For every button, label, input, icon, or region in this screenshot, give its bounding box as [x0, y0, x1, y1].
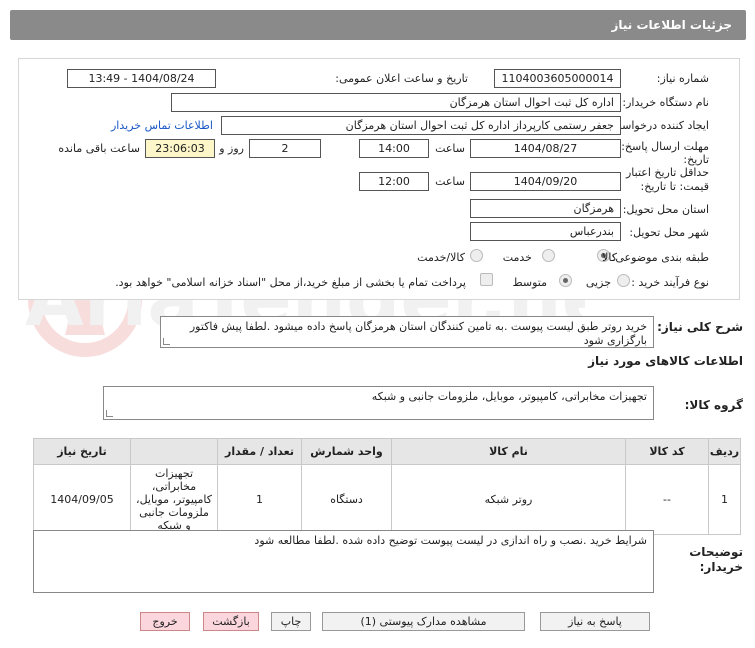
reply-button[interactable]: پاسخ به نیاز	[540, 612, 650, 631]
process-radio-medium[interactable]	[559, 274, 572, 287]
buyer-org-label: نام دستگاه خریدار:	[622, 96, 709, 109]
col-header-category	[130, 438, 218, 465]
cell-code: --	[625, 464, 709, 535]
page-title: جزئیات اطلاعات نیاز	[611, 18, 732, 32]
buyer-org-field: اداره کل ثبت احوال استان هرمزگان	[171, 93, 621, 112]
print-button[interactable]: چاپ	[271, 612, 311, 631]
cell-row-no: 1	[708, 464, 741, 535]
validity-date-field: 1404/09/20	[470, 172, 621, 191]
col-header-code: کد کالا	[625, 438, 709, 465]
view-attachments-button[interactable]: مشاهده مدارک پیوستی (1)	[322, 612, 525, 631]
process-radio-minor[interactable]	[617, 274, 630, 287]
city-field: بندرعباس	[470, 222, 621, 241]
deadline-date-field: 1404/08/27	[470, 139, 621, 158]
validity-time-label: ساعت	[435, 175, 465, 188]
deadline-label-2: تاریخ:	[683, 153, 709, 166]
days-label: روز و	[219, 142, 244, 155]
validity-label-1: حداقل تاریخ اعتبار	[625, 166, 709, 179]
cell-need-date: 1404/09/05	[33, 464, 131, 535]
creator-label: ایجاد کننده درخواست:	[607, 119, 709, 132]
need-number-label: شماره نیاز:	[656, 72, 709, 85]
creator-field: جعفر رستمی کارپرداز اداره کل ثبت احوال ا…	[221, 116, 621, 135]
goods-group-text: تجهیزات مخابراتی، کامپیوتر، موبایل، ملزو…	[371, 390, 647, 403]
treasury-note: پرداخت تمام یا بخشی از مبلغ خرید،از محل …	[115, 276, 466, 289]
summary-text: خرید روتر طبق لیست پیوست .به تامین کنندگ…	[189, 320, 647, 347]
buyer-notes-field: شرایط خرید .نصب و راه اندازی در لیست پیو…	[33, 530, 654, 593]
back-button[interactable]: بازگشت	[203, 612, 259, 631]
category-option-goods: کالا	[602, 251, 617, 264]
exit-button[interactable]: خروج	[140, 612, 190, 631]
buyer-contact-link[interactable]: اطلاعات تماس خریدار	[111, 119, 213, 132]
summary-label: شرح کلی نیاز:	[657, 320, 743, 334]
goods-group-label: گروه کالا:	[684, 398, 743, 412]
buyer-notes-text: شرایط خرید .نصب و راه اندازی در لیست پیو…	[254, 534, 647, 547]
cell-name: روتر شبکه	[391, 464, 626, 535]
province-label: استان محل تحویل:	[622, 203, 709, 216]
summary-textarea[interactable]: خرید روتر طبق لیست پیوست .به تامین کنندگ…	[160, 316, 654, 348]
validity-time-field: 12:00	[359, 172, 429, 191]
city-label: شهر محل تحویل:	[629, 226, 709, 239]
resize-handle-icon[interactable]	[163, 338, 170, 345]
col-header-unit: واحد شمارش	[301, 438, 392, 465]
buyer-notes-label-1: توضیحات	[689, 545, 743, 559]
buyer-notes-label-2: خریدار:	[699, 560, 743, 574]
deadline-time-label: ساعت	[435, 142, 465, 155]
category-option-service: خدمت	[502, 251, 532, 264]
treasury-checkbox[interactable]	[480, 273, 493, 286]
validity-label-2: قیمت: تا تاریخ:	[640, 180, 709, 193]
process-option-minor: جزیی	[585, 276, 611, 289]
announce-date-label: تاریخ و ساعت اعلان عمومی:	[335, 72, 468, 85]
need-number-field: 1104003605000014	[494, 69, 621, 88]
cell-category: تجهیزات مخابراتی، کامپیوتر، موبایل، ملزو…	[130, 464, 218, 535]
resize-handle-icon[interactable]	[106, 410, 113, 417]
time-remaining-label: ساعت باقی مانده	[58, 142, 140, 155]
category-option-goods-service: کالا/خدمت	[417, 251, 465, 264]
deadline-time-field: 14:00	[359, 139, 429, 158]
table-row[interactable]: 1 -- روتر شبکه دستگاه 1 تجهیزات مخابراتی…	[33, 464, 741, 535]
col-header-name: نام کالا	[391, 438, 626, 465]
province-field: هرمزگان	[470, 199, 621, 218]
goods-group-field: تجهیزات مخابراتی، کامپیوتر، موبایل، ملزو…	[103, 386, 654, 420]
announce-date-field: 1404/08/24 - 13:49	[67, 69, 216, 88]
deadline-label-1: مهلت ارسال پاسخ: تا	[611, 140, 709, 153]
days-remaining-field: 2	[249, 139, 321, 158]
category-label: طبقه بندی موضوعی:	[611, 251, 709, 264]
cell-unit: دستگاه	[301, 464, 392, 535]
process-option-medium: متوسط	[512, 276, 547, 289]
goods-table: ردیف کد کالا نام کالا واحد شمارش تعداد /…	[33, 438, 741, 535]
process-label: نوع فرآیند خرید :	[631, 276, 709, 289]
col-header-need-date: تاریخ نیاز	[33, 438, 131, 465]
page-title-bar: جزئیات اطلاعات نیاز	[10, 10, 746, 40]
cell-qty: 1	[217, 464, 302, 535]
col-header-row-no: ردیف	[708, 438, 741, 465]
col-header-qty: تعداد / مقدار	[217, 438, 302, 465]
time-remaining-field: 23:06:03	[145, 139, 215, 158]
table-header-row: ردیف کد کالا نام کالا واحد شمارش تعداد /…	[33, 438, 741, 465]
category-radio-goods-service[interactable]	[470, 249, 483, 262]
category-radio-service[interactable]	[542, 249, 555, 262]
goods-section-title: اطلاعات کالاهای مورد نیاز	[588, 354, 743, 368]
